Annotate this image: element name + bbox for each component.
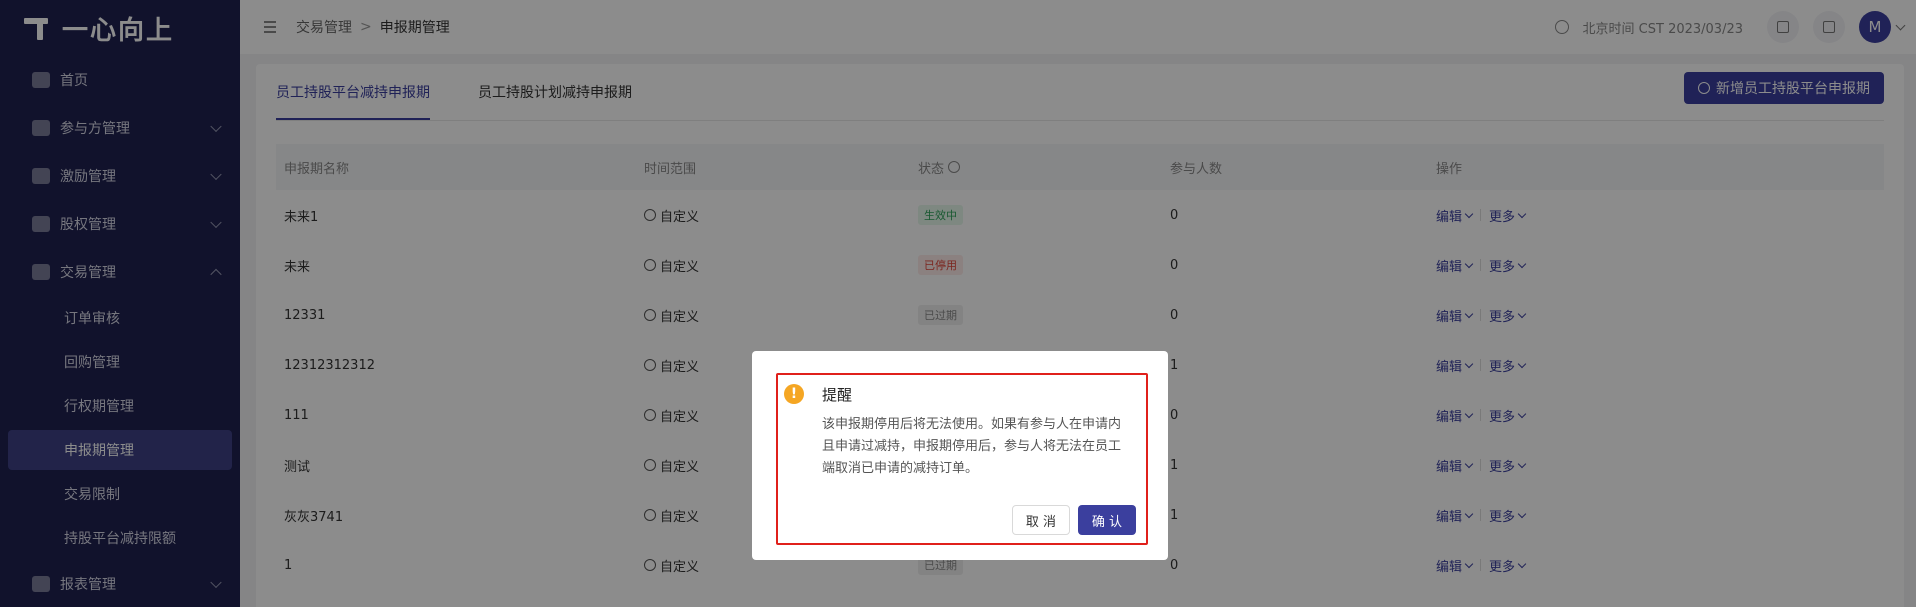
dialog-title: 提醒	[822, 386, 853, 404]
warning-icon: !	[784, 384, 804, 404]
cancel-button[interactable]: 取 消	[1012, 505, 1070, 535]
dialog-message: 该申报期停用后将无法使用。如果有参与人在申请内且申请过减持，申报期停用后，参与人…	[822, 417, 1122, 476]
confirm-button[interactable]: 确 认	[1078, 505, 1136, 535]
